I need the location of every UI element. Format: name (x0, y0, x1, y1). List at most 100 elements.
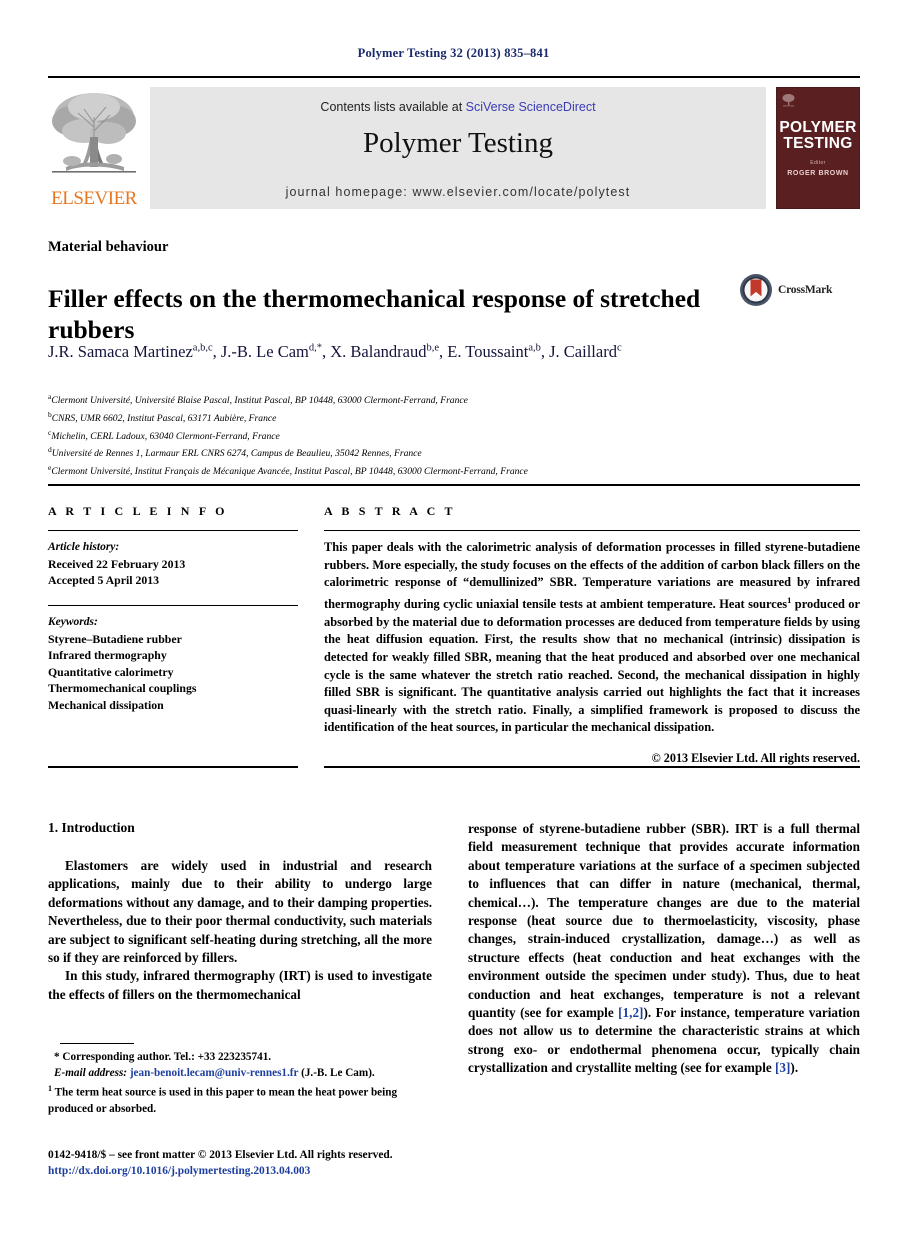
right-text-c: ). (790, 1060, 799, 1076)
cover-editor-name: ROGER BROWN (787, 170, 849, 177)
cover-title-line2: TESTING (783, 135, 853, 152)
affiliation-item: bCNRS, UMR 6602, Institut Pascal, 63171 … (48, 408, 748, 426)
journal-title: Polymer Testing (363, 127, 553, 159)
author-item: J. Caillardc (549, 342, 622, 361)
email-label: E-mail address: (54, 1066, 128, 1079)
author-name: E. Toussaint (447, 341, 529, 361)
author-affil-marks: a,b (528, 342, 541, 353)
keyword-item: Infrared thermography (48, 648, 167, 663)
corresponding-author-note: * Corresponding author. Tel.: +33 223235… (54, 1051, 272, 1063)
article-received-date: Received 22 February 2013 (48, 556, 186, 571)
email-suffix: (J.-B. Le Cam). (298, 1066, 375, 1079)
article-history-label: Article history: (48, 541, 120, 554)
author-item: X. Balandraudb,e, (330, 342, 447, 361)
author-name: J. Caillard (549, 341, 617, 361)
contents-available-line: Contents lists available at SciVerse Sci… (150, 100, 766, 114)
abstract-block-bottom-rule-right (324, 766, 860, 768)
affiliation-text: CNRS, UMR 6602, Institut Pascal, 63171 A… (51, 412, 277, 424)
running-head: Polymer Testing 32 (2013) 835–841 (357, 46, 550, 60)
abstract-rule (324, 530, 860, 532)
author-name: X. Balandraud (330, 341, 427, 361)
author-sep: , (540, 341, 550, 361)
author-affil-marks: a,b,c (192, 342, 213, 353)
affiliation-list: aClermont Université, Université Blaise … (48, 390, 748, 479)
crossmark-badge[interactable]: CrossMark (739, 270, 849, 310)
cover-editor-label: Editor (810, 160, 826, 166)
author-sep: , (322, 341, 331, 361)
affiliation-text: Michelin, CERL Ladoux, 63040 Clermont-Fe… (51, 430, 280, 442)
body-column-right: response of styrene-butadiene rubber (SB… (468, 820, 860, 1078)
keyword-item: Thermomechanical couplings (48, 681, 197, 696)
author-item: J.-B. Le Camd,*, (221, 342, 330, 361)
introduction-heading: 1. Introduction (48, 820, 135, 835)
affiliation-item: aClermont Université, Université Blaise … (48, 390, 748, 408)
abstract-body: This paper deals with the calorimetric a… (324, 539, 860, 737)
author-sep: , (212, 341, 221, 361)
article-info-column: A R T I C L E I N F O Article history: R… (48, 504, 298, 713)
footnote-block: * Corresponding author. Tel.: +33 223235… (48, 1050, 438, 1117)
journal-homepage[interactable]: journal homepage: www.elsevier.com/locat… (150, 185, 766, 199)
affiliation-text: Clermont Université, Université Blaise P… (51, 395, 468, 407)
article-accepted-date: Accepted 5 April 2013 (48, 573, 160, 588)
author-list: J.R. Samaca Martineza,b,c, J.-B. Le Camd… (48, 336, 728, 364)
issn-copyright-line: 0142-9418/$ – see front matter © 2013 El… (48, 1149, 393, 1161)
keyword-item: Quantitative calorimetry (48, 664, 174, 679)
affiliation-item: cMichelin, CERL Ladoux, 63040 Clermont-F… (48, 426, 748, 444)
article-section-label: Material behaviour (48, 239, 169, 255)
keywords-rule (48, 604, 298, 607)
author-name: J.-B. Le Cam (220, 341, 309, 361)
author-affil-marks: d,* (308, 342, 322, 353)
intro-paragraph-2-continued: response of styrene-butadiene rubber (SB… (468, 820, 860, 1078)
elsevier-wordmark: ELSEVIER (51, 188, 137, 209)
author-item: J.R. Samaca Martineza,b,c, (48, 342, 221, 361)
abstract-block-top-rule (48, 484, 860, 486)
article-info-rule (48, 530, 298, 532)
contents-box: Contents lists available at SciVerse Sci… (150, 87, 766, 209)
contents-prefix: Contents lists available at (320, 100, 466, 114)
abstract-block-bottom-rule-left (48, 766, 298, 768)
abstract-part-1: This paper deals with the calorimetric a… (324, 540, 860, 612)
keyword-item: Styrene–Butadiene rubber (48, 631, 182, 646)
author-name: J.R. Samaca Martinez (48, 341, 193, 361)
crossmark-icon (740, 274, 772, 306)
citation-ref-1-2[interactable]: [1,2] (618, 1005, 643, 1020)
elsevier-tree-icon (52, 93, 136, 173)
keyword-item: Mechanical dissipation (48, 697, 164, 712)
abstract-column: A B S T R A C T This paper deals with th… (324, 504, 860, 766)
author-affil-marks: c (616, 342, 622, 353)
intro-paragraph-2: In this study, infrared thermography (IR… (48, 968, 432, 1002)
keywords-label: Keywords: (48, 616, 98, 629)
heat-source-note-text: The term heat source is used in this pap… (48, 1086, 398, 1115)
abstract-part-2: produced or absorbed by the material due… (324, 597, 860, 735)
footnote-separator-rule (60, 1043, 134, 1045)
masthead-top-rule (48, 76, 860, 78)
article-info-heading: A R T I C L E I N F O (48, 504, 228, 518)
intro-paragraph-1: Elastomers are widely used in industrial… (48, 858, 432, 966)
journal-cover-thumbnail[interactable]: POLYMER TESTING Editor ROGER BROWN (776, 87, 860, 209)
abstract-heading: A B S T R A C T (324, 504, 456, 518)
journal-masthead: ELSEVIER Contents lists available at Sci… (48, 76, 860, 209)
sciencedirect-link[interactable]: SciVerse ScienceDirect (466, 100, 596, 114)
doi-link[interactable]: http://dx.doi.org/10.1016/j.polymertesti… (48, 1164, 448, 1180)
article-page: Polymer Testing 32 (2013) 835–841 ELSEVI… (0, 0, 907, 1238)
crossmark-label: CrossMark (778, 284, 833, 296)
imprint-block: 0142-9418/$ – see front matter © 2013 El… (48, 1148, 448, 1179)
author-affil-marks: b,e (426, 342, 440, 353)
email-note: E-mail address: jean-benoit.lecam@univ-r… (48, 1066, 438, 1082)
cover-elsevier-tree-icon (782, 94, 795, 107)
affiliation-item: eClermont Université, Institut Français … (48, 461, 748, 479)
abstract-copyright: © 2013 Elsevier Ltd. All rights reserved… (651, 750, 860, 765)
citation-ref-3[interactable]: [3] (775, 1060, 790, 1075)
affiliation-item: dUniversité de Rennes 1, Larmaur ERL CNR… (48, 443, 748, 461)
affiliation-text: Clermont Université, Institut Français d… (51, 466, 528, 478)
cover-title-line1: POLYMER (779, 119, 857, 136)
affiliation-text: Université de Rennes 1, Larmaur ERL CNRS… (51, 448, 422, 460)
heat-source-note: 1 The term heat source is used in this p… (48, 1081, 438, 1117)
right-text-a: response of styrene-butadiene rubber (SB… (468, 821, 860, 1021)
author-item: E. Toussainta,b, (447, 342, 549, 361)
elsevier-logo: ELSEVIER (48, 87, 140, 209)
cover-title: POLYMER TESTING (777, 120, 859, 152)
author-email-link[interactable]: jean-benoit.lecam@univ-rennes1.fr (130, 1067, 298, 1079)
body-column-left: 1. Introduction Elastomers are widely us… (48, 820, 432, 1004)
